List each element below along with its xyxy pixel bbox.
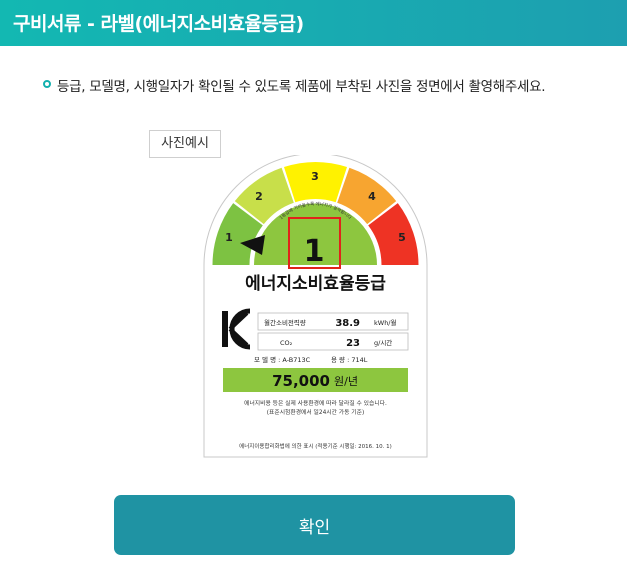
annual-cost-value: 75,000 bbox=[272, 372, 330, 390]
grade-number-1: 1 bbox=[225, 231, 233, 244]
cost-note-sub: (표준시험환경에서 일24시간 가동 기준) bbox=[267, 408, 364, 416]
example-photo-tag: 사진예시 bbox=[149, 130, 221, 158]
co2-unit: g/시간 bbox=[374, 338, 392, 347]
grade-number-5: 5 bbox=[398, 231, 406, 244]
label-footer: 에너지이용합리화법에 의한 표시 (적용기준 시행일: 2016. 10. 1) bbox=[239, 442, 392, 450]
page-header: 구비서류 - 라벨(에너지소비효율등급) bbox=[0, 0, 627, 46]
annual-cost-unit: 원/년 bbox=[334, 375, 358, 388]
bullet-circle-icon bbox=[43, 80, 51, 88]
monthly-consumption-label: 월간소비전력량 bbox=[264, 318, 306, 327]
monthly-consumption-value: 38.9 bbox=[335, 318, 360, 329]
page-title: 구비서류 - 라벨(에너지소비효율등급) bbox=[13, 13, 304, 35]
current-grade-number: 1 bbox=[304, 234, 325, 269]
cost-note: 에너지비용 등은 실제 사용환경에 따라 달라질 수 있습니다. bbox=[244, 399, 387, 407]
instruction-text: 등급, 모델명, 시행일자가 확인될 수 있도록 제품에 부착된 사진을 정면에… bbox=[57, 79, 546, 95]
monthly-consumption-unit: kWh/월 bbox=[374, 318, 397, 327]
co2-label: CO₂ bbox=[280, 339, 293, 347]
grade-number-3: 3 bbox=[311, 170, 319, 183]
label-title: 에너지소비효율등급 bbox=[245, 274, 386, 294]
grade-number-2: 2 bbox=[255, 190, 263, 203]
kc-mark-text: KC bbox=[202, 155, 204, 156]
model-name: 모 델 명 : A-B713C bbox=[254, 355, 311, 364]
energy-label-example-image: 1 2 3 4 5 1등급에 가까울수록 에너지가 절약됩니다 1 에너지소비효… bbox=[202, 153, 429, 459]
capacity: 용 량 : 714L bbox=[331, 356, 368, 364]
confirm-button[interactable]: 확인 bbox=[114, 495, 515, 555]
co2-value: 23 bbox=[346, 338, 360, 349]
grade-number-4: 4 bbox=[368, 190, 376, 203]
